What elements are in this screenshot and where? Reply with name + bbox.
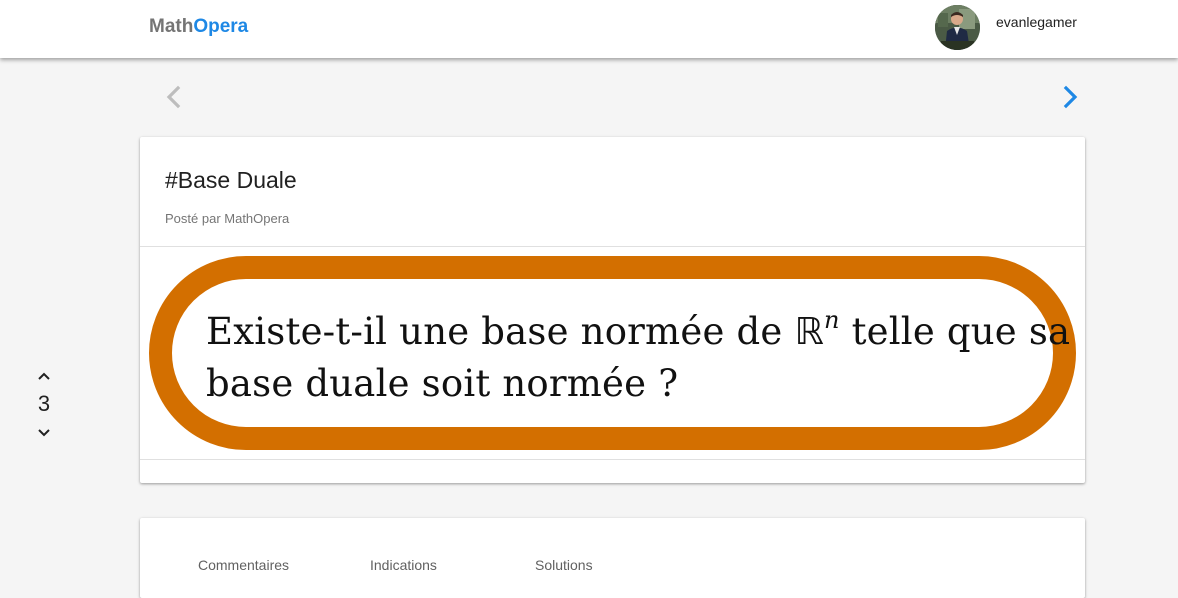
problem-text-part2: telle que sa bbox=[839, 310, 1071, 353]
vote-widget: 3 bbox=[28, 364, 60, 444]
next-post-button[interactable] bbox=[1056, 82, 1086, 112]
problem-statement: Existe-t-il une base normée de ℝn telle … bbox=[206, 306, 1070, 410]
app-logo[interactable]: MathOpera bbox=[149, 16, 248, 38]
chevron-left-icon bbox=[166, 85, 181, 109]
tab-solutions[interactable]: Solutions bbox=[535, 557, 593, 573]
chevron-up-icon bbox=[38, 372, 50, 380]
card-divider bbox=[140, 459, 1085, 460]
username-label[interactable]: evanlegamer bbox=[996, 14, 1077, 30]
upvote-button[interactable] bbox=[28, 364, 60, 386]
logo-text-math: Math bbox=[149, 16, 194, 37]
problem-statement-image: Existe-t-il une base normée de ℝn telle … bbox=[149, 256, 1076, 450]
real-numbers-symbol: ℝ bbox=[794, 310, 824, 353]
previous-post-button[interactable] bbox=[159, 82, 189, 112]
problem-text-line2: base duale soit normée ? bbox=[206, 362, 679, 405]
downvote-button[interactable] bbox=[28, 422, 60, 444]
avatar-image bbox=[935, 5, 980, 50]
vote-count: 3 bbox=[37, 391, 51, 416]
card-divider bbox=[140, 246, 1085, 247]
discussion-card: Commentaires Indications Solutions bbox=[140, 518, 1085, 598]
post-card: #Base Duale Posté par MathOpera Existe-t… bbox=[140, 137, 1085, 483]
post-author: Posté par MathOpera bbox=[165, 211, 290, 226]
top-app-bar: MathOpera evanlegamer bbox=[0, 0, 1178, 58]
problem-exponent: n bbox=[823, 306, 840, 334]
problem-text-part1: Existe-t-il une base normée de bbox=[206, 310, 795, 353]
chevron-down-icon bbox=[38, 429, 50, 437]
tab-indications[interactable]: Indications bbox=[370, 557, 437, 573]
chevron-right-icon bbox=[1063, 85, 1078, 109]
logo-text-opera: Opera bbox=[193, 16, 249, 37]
post-title: #Base Duale bbox=[165, 167, 297, 193]
tab-commentaires[interactable]: Commentaires bbox=[198, 557, 289, 573]
user-avatar[interactable] bbox=[935, 5, 980, 50]
